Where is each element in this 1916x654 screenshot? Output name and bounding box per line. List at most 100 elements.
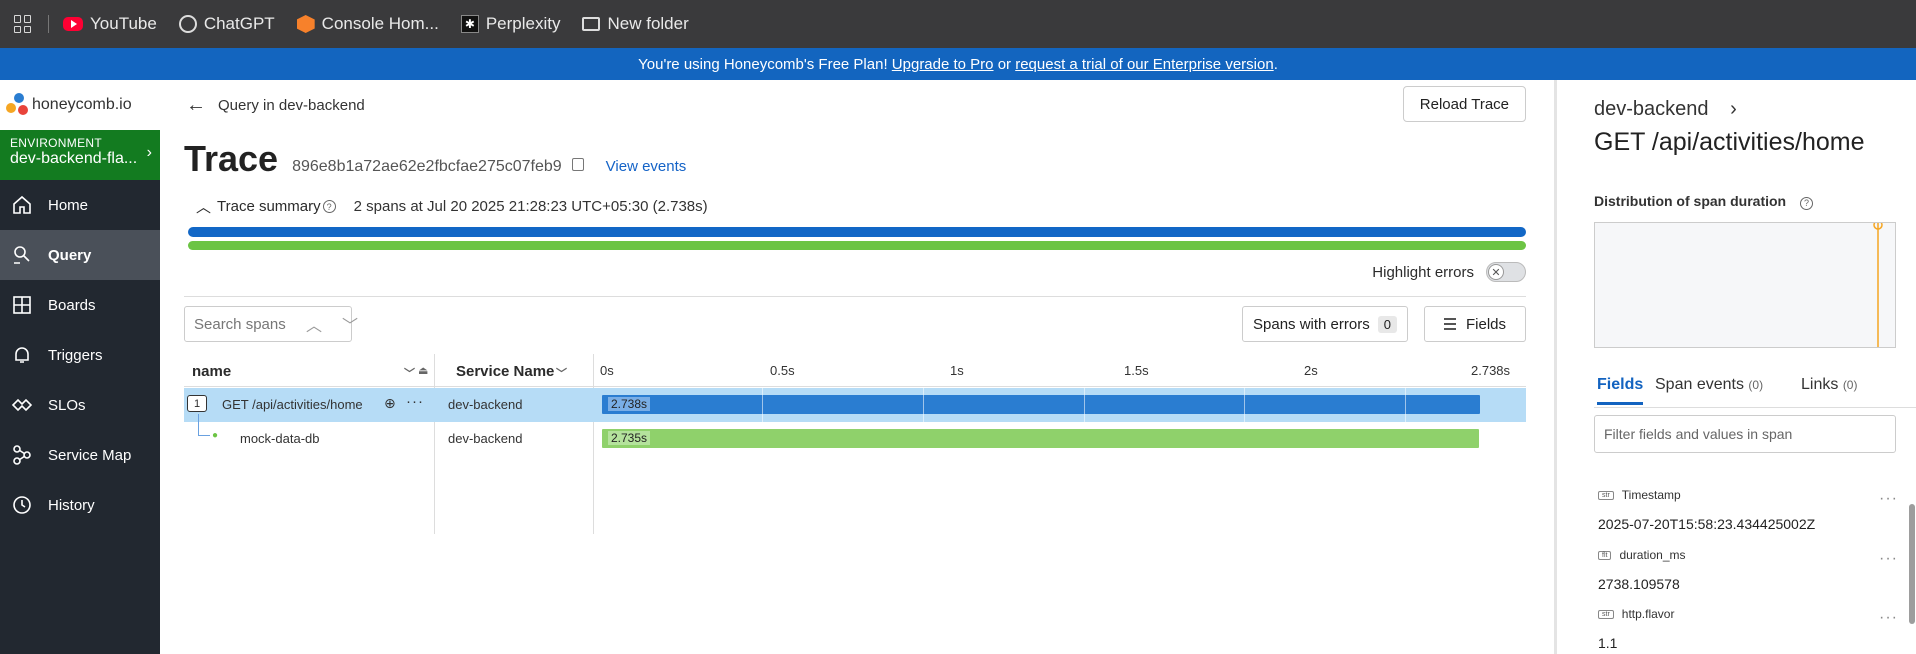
field-row: str http.flavor 1.1 ··· xyxy=(1598,607,1898,651)
distribution-label: Distribution of span duration xyxy=(1594,193,1787,209)
tab-label: Links xyxy=(1801,376,1839,393)
bookmark-new-folder[interactable]: New folder xyxy=(582,14,689,34)
logo-text: honeycomb.io xyxy=(32,96,132,113)
free-plan-banner: You're using Honeycomb's Free Plan! Upgr… xyxy=(0,48,1916,80)
more-options-icon[interactable]: ··· xyxy=(1879,550,1898,568)
bookmark-youtube[interactable]: YouTube xyxy=(63,14,157,34)
trace-summary-toggle[interactable]: Trace summary xyxy=(217,198,321,215)
tab-links[interactable]: Links (0) xyxy=(1801,376,1857,394)
span-duration-histogram[interactable] xyxy=(1594,222,1896,348)
tab-fields-label: Fields xyxy=(1597,376,1644,393)
chevron-up-icon[interactable]: ︿ xyxy=(196,196,211,217)
highlight-errors-label: Highlight errors xyxy=(1372,263,1474,281)
type-badge: str xyxy=(1598,490,1614,500)
highlight-errors-toggle[interactable]: ✕ xyxy=(1486,262,1526,282)
sidebar-item-label: Boards xyxy=(48,296,96,314)
timeline-tick: 1.5s xyxy=(1124,363,1149,378)
scrollbar-thumb[interactable] xyxy=(1909,504,1915,624)
span-duration-bar[interactable]: 2.738s xyxy=(602,395,1480,414)
field-key: duration_ms xyxy=(1619,548,1686,562)
apps-grid-icon[interactable] xyxy=(14,15,32,33)
panel-scrollbar[interactable] xyxy=(1909,488,1915,654)
sidebar-item-home[interactable]: Home xyxy=(0,180,160,230)
bookmarks-bar: YouTube ChatGPT Console Hom... ✱ Perplexi… xyxy=(0,0,1916,48)
bookmark-chatgpt[interactable]: ChatGPT xyxy=(178,14,275,34)
timeline-gridline xyxy=(1084,388,1085,422)
copy-icon[interactable] xyxy=(571,158,584,171)
timeline-gridline xyxy=(1244,388,1245,422)
timeline-gridline xyxy=(923,388,924,422)
span-service: dev-backend xyxy=(448,431,523,446)
chevron-down-icon[interactable]: ﹀ xyxy=(556,365,567,381)
bookmark-label: New folder xyxy=(607,14,689,33)
banner-text-or: or xyxy=(993,55,1016,73)
upgrade-link[interactable]: Upgrade to Pro xyxy=(892,56,994,73)
span-service: dev-backend xyxy=(448,397,523,412)
sidebar-item-query[interactable]: Query xyxy=(0,230,160,280)
fields-button[interactable]: Fields xyxy=(1424,306,1526,342)
span-duration-bar[interactable]: 2.735s xyxy=(602,429,1479,448)
view-events-link[interactable]: View events xyxy=(606,158,687,175)
sidebar-item-service-map[interactable]: Service Map xyxy=(0,430,160,480)
timeline-tick: 1s xyxy=(950,363,964,378)
more-options-icon[interactable]: ··· xyxy=(1879,609,1898,627)
field-value: 2738.109578 xyxy=(1598,576,1680,592)
chevron-up-icon[interactable]: ︿ xyxy=(306,312,322,336)
close-icon: ✕ xyxy=(1488,264,1504,280)
column-header-name[interactable]: name xyxy=(192,363,231,380)
chevron-down-icon[interactable]: ﹀ xyxy=(342,312,358,336)
tab-span-events[interactable]: Span events (0) xyxy=(1655,376,1763,394)
help-icon[interactable]: ? xyxy=(1800,196,1813,210)
boards-icon xyxy=(10,293,34,317)
arrow-left-icon: ← xyxy=(186,94,206,116)
environment-value: dev-backend-fla... xyxy=(10,150,138,167)
youtube-icon xyxy=(63,17,83,31)
sidebar-item-label: Service Map xyxy=(48,446,132,464)
more-options-icon[interactable]: ··· xyxy=(406,393,424,410)
banner-text-end: . xyxy=(1273,55,1278,73)
back-link[interactable]: ← Query in dev-backend xyxy=(186,94,365,117)
back-link-label: Query in dev-backend xyxy=(218,97,365,114)
span-row[interactable]: ● mock-data-db dev-backend 2.735s xyxy=(184,414,1526,456)
sidebar-item-triggers[interactable]: Triggers xyxy=(0,330,160,380)
span-row[interactable]: 1 GET /api/activities/home ⊕ ··· dev-bac… xyxy=(184,388,1526,422)
filter-fields-input[interactable] xyxy=(1594,415,1896,453)
panel-service-link[interactable]: dev-backend › xyxy=(1594,98,1737,121)
spans-with-errors-button[interactable]: Spans with errors 0 xyxy=(1242,306,1408,342)
panel-tabs: Fields Span events (0) Links (0) xyxy=(1594,368,1916,408)
tab-fields[interactable]: Fields xyxy=(1597,376,1644,405)
more-options-icon[interactable]: ··· xyxy=(1879,490,1898,508)
panel-service-name: dev-backend xyxy=(1594,98,1709,120)
field-row: str Timestamp 2025-07-20T15:58:23.4344250… xyxy=(1598,488,1898,532)
reload-trace-button[interactable]: Reload Trace xyxy=(1402,86,1526,122)
help-icon[interactable]: ? xyxy=(322,200,336,213)
bookmark-console-home[interactable]: Console Hom... xyxy=(296,14,439,34)
trace-minimap-bar-1[interactable] xyxy=(188,227,1526,237)
span-child-count-badge[interactable]: 1 xyxy=(187,395,207,412)
zoom-in-icon[interactable]: ⊕ xyxy=(384,395,396,412)
folder-icon xyxy=(582,17,601,31)
type-badge: flt xyxy=(1598,550,1612,560)
environment-selector[interactable]: ENVIRONMENT dev-backend-fla... › xyxy=(0,130,160,180)
chevron-right-icon: › xyxy=(146,144,152,161)
timeline-tick: 0s xyxy=(600,363,614,378)
column-header-service-name[interactable]: Service Name xyxy=(456,363,554,380)
span-duration-label: 2.738s xyxy=(608,397,651,411)
honeycomb-logo-icon xyxy=(6,93,30,117)
trace-view: ← Query in dev-backend Reload Trace Trac… xyxy=(160,80,1554,654)
enterprise-trial-link[interactable]: request a trial of our Enterprise versio… xyxy=(1015,56,1273,73)
sidebar-item-slos[interactable]: SLOs xyxy=(0,380,160,430)
home-icon xyxy=(10,193,34,217)
field-value: 1.1 xyxy=(1598,635,1618,651)
sidebar-item-history[interactable]: History xyxy=(0,480,160,530)
sidebar-item-label: SLOs xyxy=(48,396,86,414)
search-spans-input[interactable] xyxy=(184,306,352,342)
lock-icon[interactable]: ⏏ xyxy=(418,364,428,377)
chevron-down-icon[interactable]: ﹀ xyxy=(404,365,415,381)
honeycomb-logo[interactable]: honeycomb.io xyxy=(0,80,160,130)
sidebar-item-boards[interactable]: Boards xyxy=(0,280,160,330)
perplexity-icon: ✱ xyxy=(460,15,479,33)
field-key: http.flavor xyxy=(1621,607,1675,621)
bookmark-perplexity[interactable]: ✱ Perplexity xyxy=(460,14,560,34)
trace-minimap-bar-2[interactable] xyxy=(188,241,1526,250)
